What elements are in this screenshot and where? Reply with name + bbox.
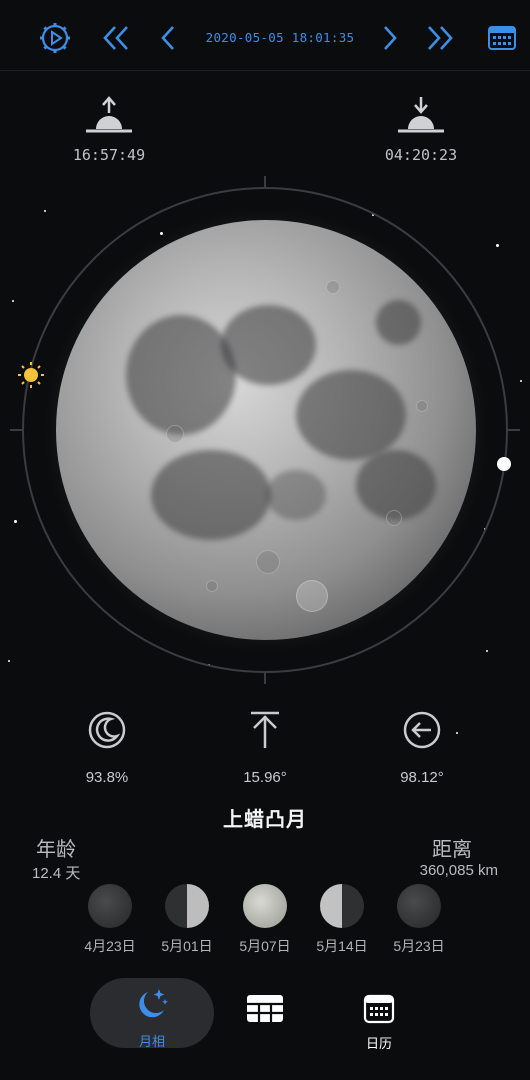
phase-name: 上蜡凸月 xyxy=(223,809,307,831)
moonset-time: 04:20:23 xyxy=(384,146,458,164)
azimuth-stat: 98.12° xyxy=(367,710,477,786)
phase-date: 5月07日 xyxy=(239,938,291,954)
tab-table[interactable] xyxy=(203,978,327,1048)
phase-item-first-quarter[interactable]: 5月01日 xyxy=(147,884,227,956)
calendar-button[interactable] xyxy=(482,18,522,58)
tab-calendar[interactable]: 日历 xyxy=(317,978,441,1051)
age-value: 12.4 天 xyxy=(32,865,81,882)
phase-item-new[interactable]: 4月23日 xyxy=(70,884,150,956)
moon-phase-icon xyxy=(88,711,126,749)
moonset-icon xyxy=(398,97,444,133)
distance-value: 360,085 km xyxy=(419,862,498,879)
tab-label: 日历 xyxy=(365,1036,392,1051)
phase-item-full[interactable]: 5月07日 xyxy=(225,884,305,956)
full-moon-icon xyxy=(243,884,287,928)
altitude-value: 15.96° xyxy=(243,769,287,786)
age-label: 年龄 xyxy=(36,839,76,861)
datetime-display[interactable]: 2020-05-05 18:01:35 xyxy=(200,30,360,45)
moonrise-time: 16:57:49 xyxy=(72,146,146,164)
fast-forward-button[interactable] xyxy=(420,18,460,58)
back-button[interactable] xyxy=(148,18,188,58)
new-moon-icon xyxy=(397,884,441,928)
phase-date: 4月23日 xyxy=(84,938,136,954)
moon-image[interactable] xyxy=(56,220,476,640)
phase-date: 5月01日 xyxy=(161,938,213,954)
tab-moon-phase[interactable]: 月相 xyxy=(90,978,214,1049)
calendar-grid-icon xyxy=(363,994,395,1024)
altitude-stat: 15.96° xyxy=(210,710,320,786)
moonrise-info: 16:57:49 xyxy=(54,95,164,164)
forward-button[interactable] xyxy=(370,18,410,58)
first-quarter-moon-icon xyxy=(165,884,209,928)
double-chevron-right-icon xyxy=(428,26,453,50)
chevron-right-icon xyxy=(384,26,397,50)
distance-label: 距离 xyxy=(432,839,472,861)
azimuth-arrow-icon xyxy=(403,711,441,749)
phase-item-new[interactable]: 5月23日 xyxy=(379,884,459,956)
phase-date: 5月23日 xyxy=(393,938,445,954)
fast-back-button[interactable] xyxy=(96,18,136,58)
altitude-icon xyxy=(251,711,279,748)
illumination-stat: 93.8% xyxy=(52,710,162,786)
chevron-left-icon xyxy=(161,26,174,50)
top-toolbar: 2020-05-05 18:01:35 xyxy=(0,0,530,71)
calendar-icon xyxy=(488,26,516,50)
tab-label: 月相 xyxy=(138,1034,165,1049)
moon-stars-icon xyxy=(139,989,168,1018)
double-chevron-left-icon xyxy=(103,26,128,50)
last-quarter-moon-icon xyxy=(320,884,364,928)
moonrise-icon xyxy=(86,96,132,133)
bottom-tab-bar: 月相 日历 xyxy=(0,970,530,1080)
illumination-value: 93.8% xyxy=(85,769,129,786)
azimuth-value: 98.12° xyxy=(400,769,444,786)
new-moon-icon xyxy=(88,884,132,928)
settings-button[interactable] xyxy=(35,18,75,58)
moonset-info: 04:20:23 xyxy=(366,95,476,164)
phase-date: 5月14日 xyxy=(316,938,368,954)
phase-item-last-quarter[interactable]: 5月14日 xyxy=(302,884,382,956)
moon-position-dot[interactable] xyxy=(497,457,511,471)
table-icon xyxy=(247,995,283,1022)
gear-play-icon xyxy=(40,23,70,53)
